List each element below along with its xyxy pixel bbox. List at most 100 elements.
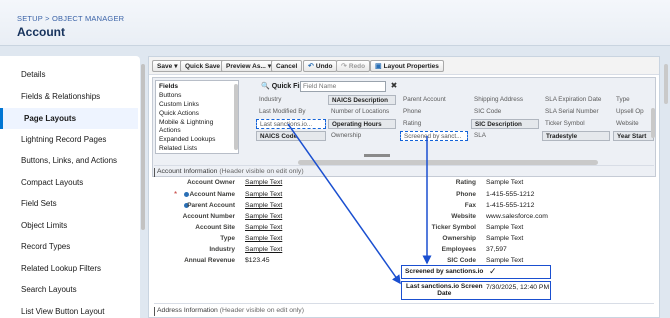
preview-as-button[interactable]: Preview As... ▾ [221, 60, 277, 72]
sidebar-item-lightning-record-pages[interactable]: Lightning Record Pages [21, 135, 106, 144]
field-value-ownership[interactable]: Sample Text [486, 235, 523, 242]
palette-field[interactable]: SLA Expiration Date [542, 95, 610, 105]
field-label-account-site: Account Site [195, 224, 235, 231]
section-hint: (Header visible on edit only) [219, 307, 304, 314]
palette-field[interactable]: Ownership [328, 131, 396, 141]
palette-field[interactable]: Upsell Op [613, 107, 654, 117]
palette-field[interactable]: Parent Account [400, 95, 468, 105]
field-value-phone[interactable]: 1-415-555-1212 [486, 191, 534, 198]
undo-button[interactable]: ↶ Undo [303, 60, 338, 72]
palette-field[interactable]: Number of Locations [328, 107, 396, 117]
properties-icon: ▣ [375, 63, 382, 70]
sidebar-item-record-types[interactable]: Record Types [21, 242, 70, 251]
section-title: Address Information [157, 307, 218, 314]
field-value-account-owner[interactable]: Sample Text [245, 179, 282, 186]
page-scrollbar[interactable] [664, 64, 668, 104]
palette-field[interactable]: SLA Serial Number [542, 107, 610, 117]
palette-field[interactable]: Type [613, 95, 654, 105]
category-related-lists[interactable]: Related Lists [159, 145, 197, 152]
layout-properties-button[interactable]: ▣ Layout Properties [370, 60, 444, 72]
field-value-employees[interactable]: 37,597 [486, 246, 507, 253]
sidebar-item-compact-layouts[interactable]: Compact Layouts [21, 178, 83, 187]
field-value-last-sanctions-screen-date[interactable]: 7/30/2025, 12:40 PM [486, 284, 549, 291]
palette-field[interactable]: SLA [471, 131, 539, 141]
palette-vertical-scrollbar[interactable] [651, 108, 655, 138]
sidebar-item-field-sets[interactable]: Field Sets [21, 199, 57, 208]
field-value-sic-code[interactable]: Sample Text [486, 257, 523, 264]
category-custom-links[interactable]: Custom Links [159, 101, 199, 108]
palette-field[interactable]: Year Start [613, 131, 654, 141]
redo-button[interactable]: ↷ Redo [336, 60, 371, 72]
field-label-account-owner: Account Owner [186, 179, 235, 186]
palette-field[interactable]: Shipping Address [471, 95, 539, 105]
field-value-industry[interactable]: Sample Text [245, 246, 282, 253]
section-divider [154, 165, 654, 166]
sidebar-scrollbar[interactable] [141, 64, 145, 230]
field-value-website[interactable]: www.salesforce.com [486, 213, 548, 220]
palette-field[interactable]: Ticker Symbol [542, 119, 610, 129]
sidebar-item-related-lookup-filters[interactable]: Related Lookup Filters [21, 264, 101, 273]
field-value-type[interactable]: Sample Text [245, 235, 282, 242]
cancel-button[interactable]: Cancel [271, 60, 303, 72]
palette-field[interactable]: Operating Hours [328, 119, 396, 129]
palette-field[interactable]: Industry [256, 95, 326, 105]
palette-field[interactable]: NAICS Description [328, 95, 396, 105]
field-label-type: Type [220, 235, 235, 242]
sidebar-item-details[interactable]: Details [21, 70, 45, 79]
category-buttons[interactable]: Buttons [159, 92, 181, 99]
field-label-ownership: Ownership [442, 235, 476, 242]
undo-icon: ↶ [308, 63, 314, 70]
sidebar-item-page-layouts[interactable]: Page Layouts [0, 108, 138, 129]
category-expanded-lookups[interactable]: Expanded Lookups [159, 136, 215, 143]
field-value-account-name[interactable]: Sample Text [245, 191, 282, 198]
field-label-parent-account: Parent Account [187, 202, 235, 209]
palette-field[interactable]: SIC Description [471, 119, 539, 129]
palette-field[interactable]: Rating [400, 119, 468, 129]
quick-save-button[interactable]: Quick Save [180, 60, 226, 72]
sidebar-item-search-layouts[interactable]: Search Layouts [21, 285, 77, 294]
palette-field[interactable]: Tradestyle [542, 131, 610, 141]
field-label-website: Website [451, 213, 476, 220]
category-scrollbar[interactable] [234, 84, 238, 150]
sidebar-item-fields-relationships[interactable]: Fields & Relationships [21, 92, 100, 101]
clear-icon[interactable]: ✖ [389, 81, 399, 91]
field-value-rating[interactable]: Sample Text [486, 179, 523, 186]
label-line-1: Last sanctions.io Screen [406, 283, 483, 290]
redo-icon: ↷ [341, 63, 347, 70]
quick-find-input[interactable] [300, 81, 386, 92]
field-value-account-number[interactable]: Sample Text [245, 213, 282, 220]
palette-field-last-sanctions-screen-date[interactable]: Last sanctions.io... [256, 119, 326, 129]
palette-resize-handle[interactable] [364, 154, 390, 157]
field-indicator-icon [184, 192, 189, 197]
palette-field[interactable]: SIC Code [471, 107, 539, 117]
field-value-fax[interactable]: 1-415-555-1212 [486, 202, 534, 209]
palette-field[interactable]: NAICS Code [256, 131, 326, 141]
field-label-phone: Phone [456, 191, 476, 198]
sidebar-item-buttons-links-actions[interactable]: Buttons, Links, and Actions [21, 156, 117, 165]
palette-field[interactable]: Last Modified By [256, 107, 326, 117]
sidebar-item-list-view-button-layout[interactable]: List View Button Layout [21, 307, 104, 316]
field-value-parent-account[interactable]: Sample Text [245, 202, 282, 209]
category-mobile-lightning-actions[interactable]: Mobile & Lightning Actions [159, 119, 231, 135]
category-quick-actions[interactable]: Quick Actions [159, 110, 199, 117]
search-icon: 🔍 [261, 83, 270, 90]
palette-field[interactable]: Phone [400, 107, 468, 117]
checkmark-icon: ✓ [489, 266, 497, 276]
field-label-last-sanctions-screen-date: Last sanctions.io Screen Date [406, 283, 483, 297]
palette-field[interactable]: Website [613, 119, 654, 129]
label-line-2: Date [437, 290, 452, 297]
breadcrumb[interactable]: SETUP > OBJECT MANAGER [17, 14, 124, 23]
palette-field-grid: Industry NAICS Description Parent Accoun… [256, 95, 654, 155]
redo-label: Redo [348, 62, 366, 70]
field-value-account-site[interactable]: Sample Text [245, 224, 282, 231]
palette-field-screened-by-sanctions[interactable]: Screened by sanct... [400, 131, 468, 141]
section-address-information[interactable]: Address Information (Header visible on e… [154, 307, 304, 316]
category-fields[interactable]: Fields [159, 83, 178, 90]
palette-category-list: Fields Buttons Custom Links Quick Action… [155, 80, 239, 154]
field-value-ticker-symbol[interactable]: Sample Text [486, 224, 523, 231]
save-button[interactable]: Save ▾ [152, 60, 183, 72]
section-account-information[interactable]: Account Information (Header visible on e… [154, 168, 304, 177]
sidebar-item-object-limits[interactable]: Object Limits [21, 221, 67, 230]
layout-editor: Save ▾ Quick Save Preview As... ▾ Cancel ↶… [148, 56, 660, 318]
field-value-annual-revenue[interactable]: $123.45 [245, 257, 270, 264]
